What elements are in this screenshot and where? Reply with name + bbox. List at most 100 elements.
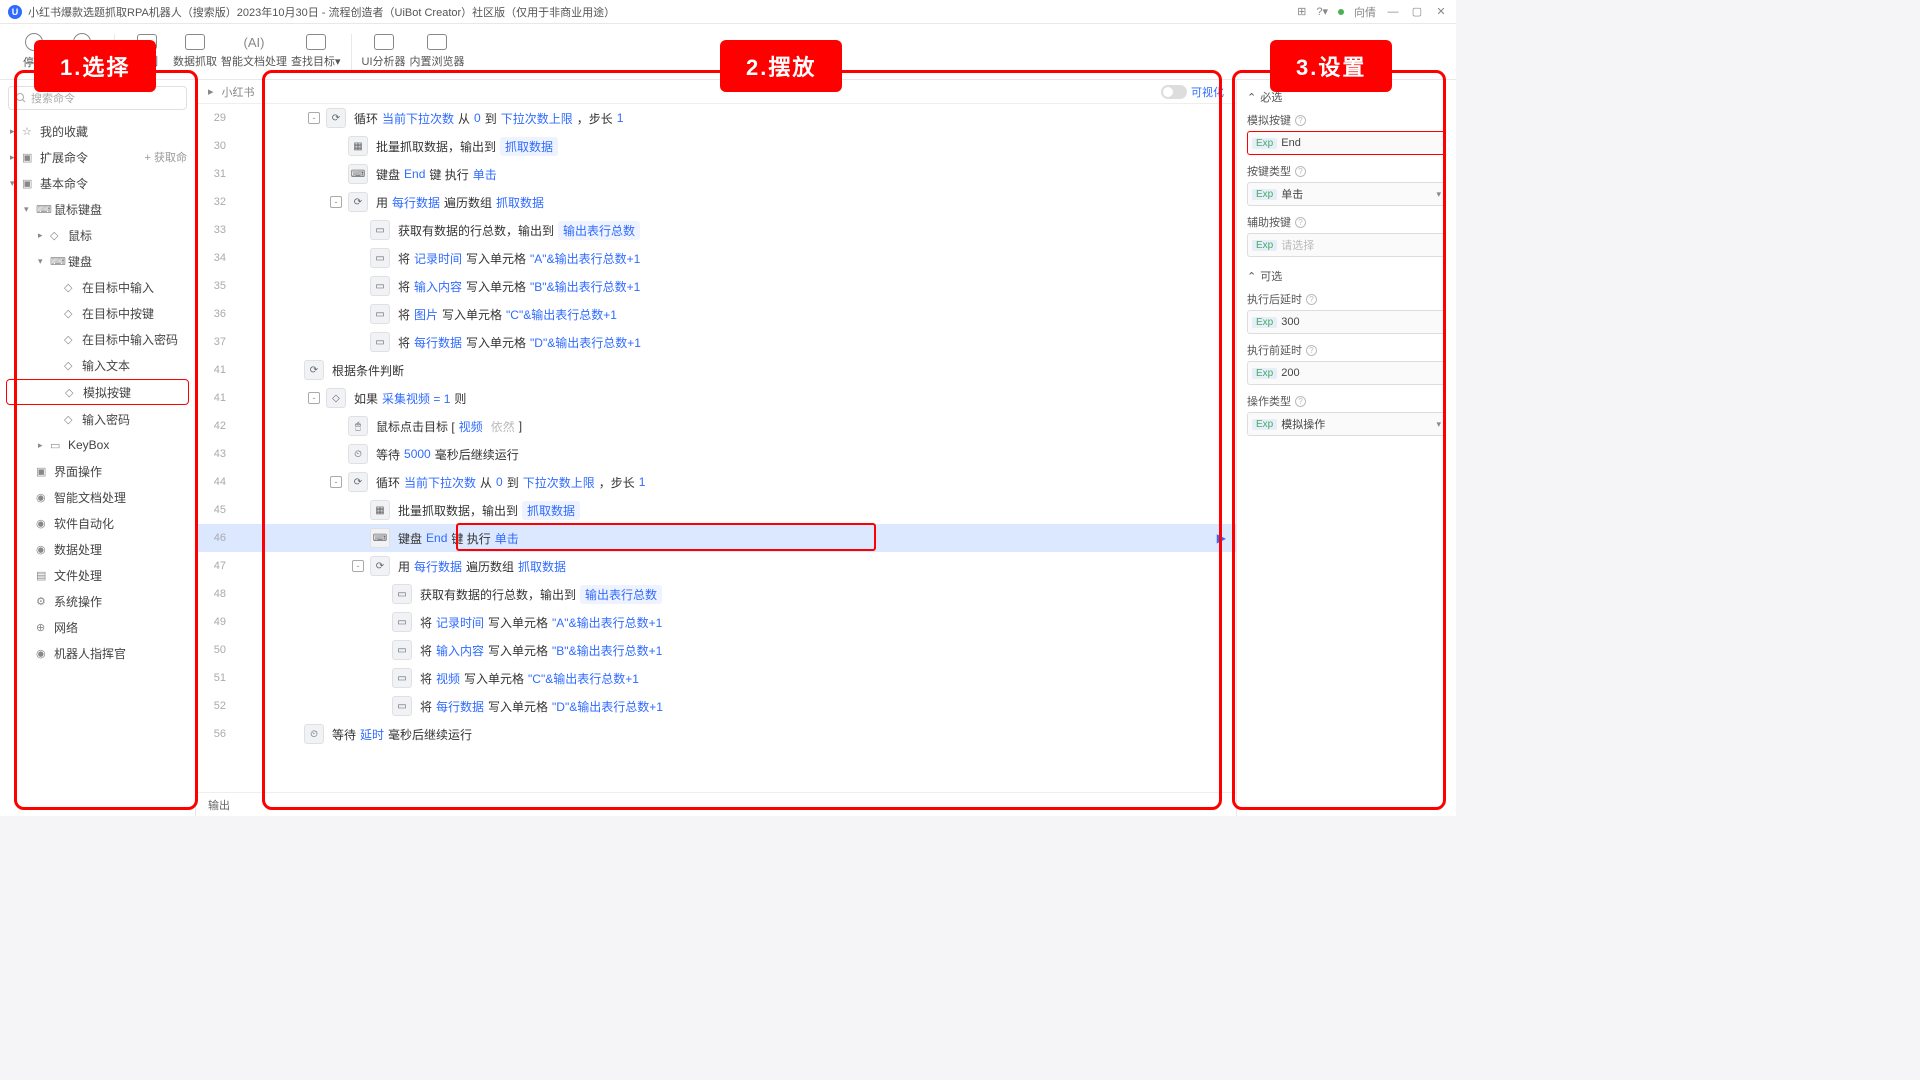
code-text: 根据条件判断 (332, 362, 404, 379)
info-icon[interactable]: ? (1306, 345, 1317, 356)
code-line-37[interactable]: 37▭将 每行数据 写入单元格 "D"&输出表行总数+1 (196, 328, 1236, 356)
code-line-56[interactable]: 56⏲等待 延时 毫秒后继续运行 (196, 720, 1236, 748)
collapse-button[interactable]: - (352, 560, 364, 572)
info-icon[interactable]: ? (1295, 396, 1306, 407)
code-line-35[interactable]: 35▭将 输入内容 写入单元格 "B"&输出表行总数+1 (196, 272, 1236, 300)
block-icon: ◇ (326, 388, 346, 408)
minimize-button[interactable]: — (1386, 6, 1400, 18)
code-line-42[interactable]: 42🖱鼠标点击目标 [ 视频 依然 ] (196, 412, 1236, 440)
code-line-48[interactable]: 48▭获取有数据的行总数，输出到 输出表行总数 (196, 580, 1236, 608)
code-line-51[interactable]: 51▭将 视频 写入单元格 "C"&输出表行总数+1 (196, 664, 1236, 692)
line-number: 32 (196, 196, 236, 208)
code-line-32[interactable]: 32-⟳用 每行数据 遍历数组 抓取数据 (196, 188, 1236, 216)
code-line-41[interactable]: 41⟳根据条件判断 (196, 356, 1236, 384)
help-icon[interactable]: ?▾ (1316, 5, 1328, 18)
code-line-45[interactable]: 45▦批量抓取数据，输出到 抓取数据 (196, 496, 1236, 524)
code-line-43[interactable]: 43⏲等待 5000 毫秒后继续运行 (196, 440, 1236, 468)
apps-icon[interactable]: ⊞ (1297, 5, 1306, 18)
sidebar-item-20[interactable]: ◉机器人指挥官 (0, 640, 195, 666)
chevron-icon: ▸ (10, 152, 22, 163)
code-line-49[interactable]: 49▭将 记录时间 写入单元格 "A"&输出表行总数+1 (196, 608, 1236, 636)
maximize-button[interactable]: ▢ (1410, 5, 1424, 18)
code-area[interactable]: 29-⟳循环 当前下拉次数 从 0 到 下拉次数上限，步长 130▦批量抓取数据… (196, 104, 1236, 792)
find-target-button[interactable]: 查找目标▾ (291, 28, 341, 76)
sidebar-item-label: 输入密码 (82, 411, 130, 428)
sidebar-item-9[interactable]: ◇输入文本 (0, 352, 195, 378)
code-line-36[interactable]: 36▭将 图片 写入单元格 "C"&输出表行总数+1 (196, 300, 1236, 328)
code-line-29[interactable]: 29-⟳循环 当前下拉次数 从 0 到 下拉次数上限，步长 1 (196, 104, 1236, 132)
toggle-switch[interactable] (1161, 85, 1187, 99)
fetch-command-button[interactable]: + 获取命 (145, 149, 187, 165)
modifier-key-input[interactable]: Exp请选择 (1247, 233, 1446, 257)
line-number: 44 (196, 476, 236, 488)
info-icon[interactable]: ? (1306, 294, 1317, 305)
sidebar-item-17[interactable]: ▤文件处理 (0, 562, 195, 588)
sidebar-item-6[interactable]: ◇在目标中输入 (0, 274, 195, 300)
sidebar-item-0[interactable]: ▸☆我的收藏 (0, 118, 195, 144)
sidebar-item-11[interactable]: ◇输入密码 (0, 406, 195, 432)
builtin-browser-button[interactable]: 内置浏览器 (410, 28, 465, 76)
field-delay-before: 执行前延时? Exp200 (1247, 342, 1446, 385)
collapse-button[interactable]: - (330, 476, 342, 488)
delay-after-input[interactable]: Exp300 (1247, 310, 1446, 334)
code-line-50[interactable]: 50▭将 输入内容 写入单元格 "B"&输出表行总数+1 (196, 636, 1236, 664)
sidebar-item-3[interactable]: ▾⌨鼠标键盘 (0, 196, 195, 222)
info-icon[interactable]: ? (1295, 115, 1306, 126)
ui-analyzer-button[interactable]: UI分析器 (362, 28, 406, 76)
collapse-button[interactable]: - (308, 392, 320, 404)
sidebar-item-8[interactable]: ◇在目标中输入密码 (0, 326, 195, 352)
sidebar-item-14[interactable]: ◉智能文档处理 (0, 484, 195, 510)
code-line-46[interactable]: 46⌨键盘 End 键 执行 单击▶ (196, 524, 1236, 552)
analyzer-icon (374, 34, 394, 50)
output-panel-header[interactable]: 输出 (196, 792, 1236, 816)
line-number: 41 (196, 392, 236, 404)
collapse-button[interactable]: - (308, 112, 320, 124)
sidebar-item-16[interactable]: ◉数据处理 (0, 536, 195, 562)
code-line-47[interactable]: 47-⟳用 每行数据 遍历数组 抓取数据 (196, 552, 1236, 580)
sidebar-item-2[interactable]: ▾▣基本命令 (0, 170, 195, 196)
code-text: 将 每行数据 写入单元格 "D"&输出表行总数+1 (420, 698, 663, 715)
sidebar-item-19[interactable]: ⊕网络 (0, 614, 195, 640)
data-capture-button[interactable]: 数据抓取 (173, 28, 217, 76)
smart-doc-button[interactable]: (AI)智能文档处理 (221, 28, 287, 76)
simulate-key-input[interactable]: ExpEnd (1247, 131, 1446, 155)
sidebar-item-15[interactable]: ◉软件自动化 (0, 510, 195, 536)
sidebar-item-label: 软件自动化 (54, 515, 114, 532)
breadcrumb-root[interactable]: 小红书 (222, 84, 255, 100)
user-name[interactable]: 向倩 (1354, 4, 1376, 20)
sidebar-item-1[interactable]: ▸▣扩展命令+ 获取命 (0, 144, 195, 170)
close-button[interactable]: ✕ (1434, 5, 1448, 18)
info-icon[interactable]: ? (1295, 217, 1306, 228)
command-tree: ▸☆我的收藏▸▣扩展命令+ 获取命▾▣基本命令▾⌨鼠标键盘▸◇鼠标▾⌨键盘◇在目… (0, 116, 195, 816)
code-text: 将 视频 写入单元格 "C"&输出表行总数+1 (420, 670, 639, 687)
collapse-button[interactable]: - (330, 196, 342, 208)
delay-before-input[interactable]: Exp200 (1247, 361, 1446, 385)
code-line-31[interactable]: 31⌨键盘 End 键 执行 单击 (196, 160, 1236, 188)
block-icon: ▭ (370, 332, 390, 352)
flow-editor: ▸ 小红书 可视化 29-⟳循环 当前下拉次数 从 0 到 下拉次数上限，步长 … (196, 80, 1236, 816)
sidebar-item-18[interactable]: ⚙系统操作 (0, 588, 195, 614)
operation-type-select[interactable]: Exp模拟操作▾ (1247, 412, 1446, 436)
sidebar-item-7[interactable]: ◇在目标中按键 (0, 300, 195, 326)
node-icon: ▤ (36, 569, 50, 582)
code-text: 鼠标点击目标 [ 视频 依然 ] (376, 418, 522, 435)
code-line-33[interactable]: 33▭获取有数据的行总数，输出到 输出表行总数 (196, 216, 1236, 244)
sidebar-item-label: 在目标中按键 (82, 305, 154, 322)
sidebar-item-label: 键盘 (68, 253, 92, 270)
code-line-30[interactable]: 30▦批量抓取数据，输出到 抓取数据 (196, 132, 1236, 160)
sidebar-item-12[interactable]: ▸▭KeyBox (0, 432, 195, 458)
sidebar-item-13[interactable]: ▣界面操作 (0, 458, 195, 484)
code-line-52[interactable]: 52▭将 每行数据 写入单元格 "D"&输出表行总数+1 (196, 692, 1236, 720)
info-icon[interactable]: ? (1295, 166, 1306, 177)
optional-section-header[interactable]: ⌃可选 (1247, 265, 1446, 287)
ai-icon: (AI) (244, 34, 264, 50)
code-line-34[interactable]: 34▭将 记录时间 写入单元格 "A"&输出表行总数+1 (196, 244, 1236, 272)
key-type-select[interactable]: Exp单击▾ (1247, 182, 1446, 206)
visual-toggle[interactable]: 可视化 (1161, 84, 1224, 100)
play-icon[interactable]: ▶ (1217, 531, 1226, 545)
sidebar-item-10[interactable]: ◇模拟按键 (6, 379, 189, 405)
sidebar-item-4[interactable]: ▸◇鼠标 (0, 222, 195, 248)
code-line-41[interactable]: 41-◇如果 采集视频 = 1 则 (196, 384, 1236, 412)
sidebar-item-5[interactable]: ▾⌨键盘 (0, 248, 195, 274)
code-line-44[interactable]: 44-⟳循环 当前下拉次数 从 0 到 下拉次数上限，步长 1 (196, 468, 1236, 496)
